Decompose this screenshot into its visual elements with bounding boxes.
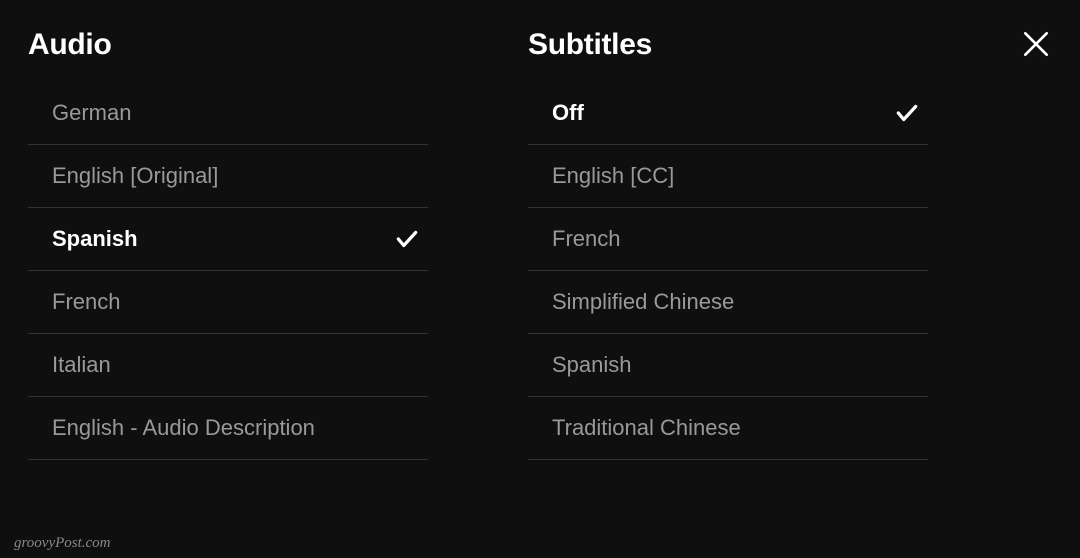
subtitles-option-label: French <box>552 226 620 252</box>
subtitles-option-label: Spanish <box>552 352 632 378</box>
subtitles-option-english-cc[interactable]: English [CC] <box>528 145 928 208</box>
audio-option-label: Spanish <box>52 226 138 252</box>
subtitles-list: Off English [CC] French Simplified Chine… <box>528 100 928 460</box>
audio-option-spanish[interactable]: Spanish <box>28 208 428 271</box>
audio-heading: Audio <box>28 28 428 62</box>
audio-option-english-original[interactable]: English [Original] <box>28 145 428 208</box>
subtitles-option-off[interactable]: Off <box>528 100 928 145</box>
subtitles-option-french[interactable]: French <box>528 208 928 271</box>
close-button[interactable] <box>1020 28 1052 60</box>
checkmark-icon <box>894 100 920 126</box>
subtitles-option-spanish[interactable]: Spanish <box>528 334 928 397</box>
subtitles-option-label: Off <box>552 100 584 126</box>
audio-option-label: English [Original] <box>52 163 218 189</box>
audio-option-label: German <box>52 100 131 126</box>
subtitles-option-label: Simplified Chinese <box>552 289 734 315</box>
audio-option-label: French <box>52 289 120 315</box>
audio-option-french[interactable]: French <box>28 271 428 334</box>
audio-option-label: Italian <box>52 352 111 378</box>
audio-option-german[interactable]: German <box>28 100 428 145</box>
audio-option-label: English - Audio Description <box>52 415 315 441</box>
subtitles-heading: Subtitles <box>528 28 928 62</box>
audio-list: German English [Original] Spanish French <box>28 100 428 460</box>
checkmark-icon <box>394 226 420 252</box>
audio-column: Audio German English [Original] Spanish <box>28 28 428 558</box>
subtitles-option-traditional-chinese[interactable]: Traditional Chinese <box>528 397 928 460</box>
settings-panel: Audio German English [Original] Spanish <box>0 0 1080 558</box>
subtitles-column: Subtitles Off English [CC] French <box>528 28 928 558</box>
subtitles-option-label: Traditional Chinese <box>552 415 741 441</box>
watermark-text: groovyPost.com <box>14 535 111 552</box>
subtitles-option-simplified-chinese[interactable]: Simplified Chinese <box>528 271 928 334</box>
close-icon <box>1020 28 1052 60</box>
audio-option-english-audio-description[interactable]: English - Audio Description <box>28 397 428 460</box>
subtitles-option-label: English [CC] <box>552 163 674 189</box>
audio-option-italian[interactable]: Italian <box>28 334 428 397</box>
